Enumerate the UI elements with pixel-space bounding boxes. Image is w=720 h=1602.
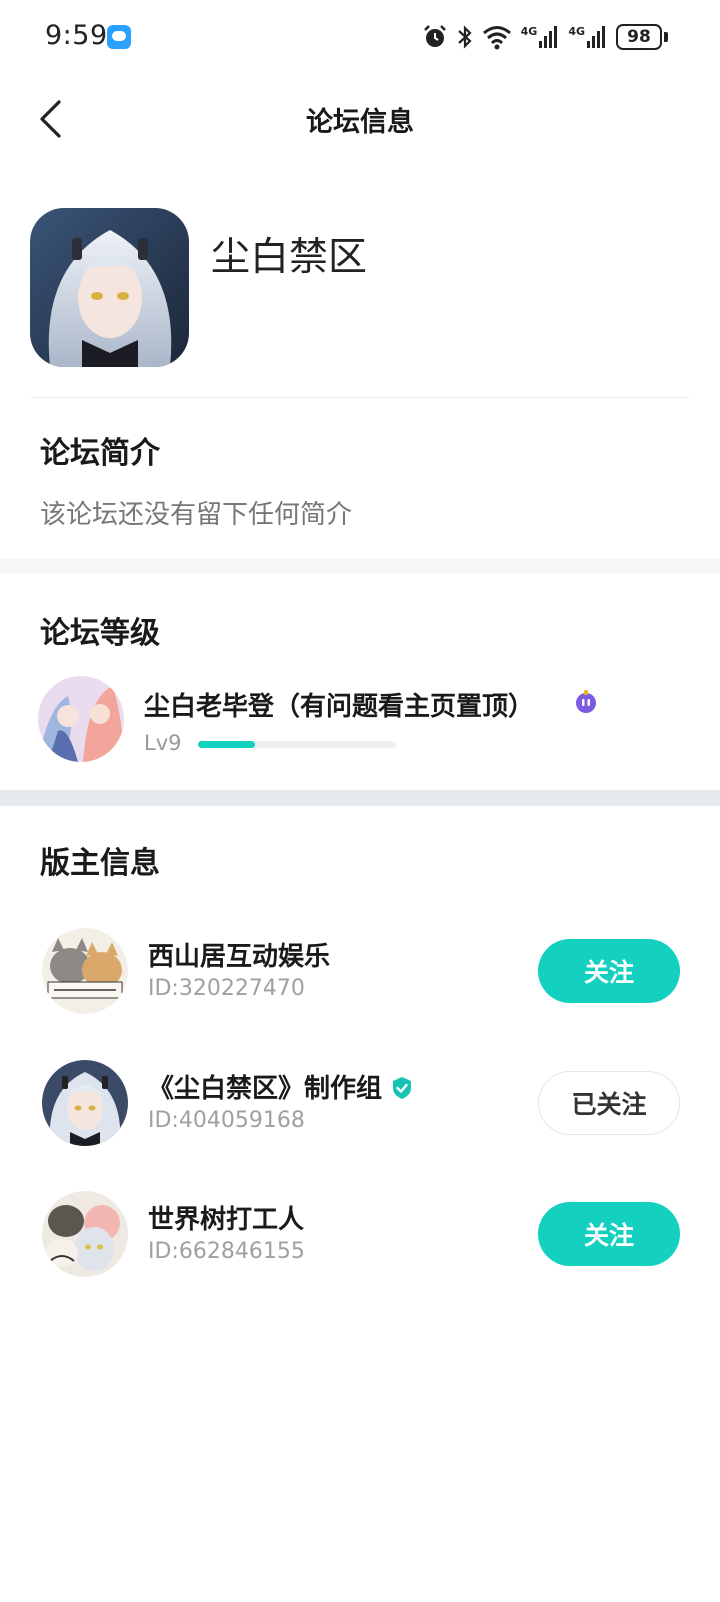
- level-avatar-image: [38, 676, 124, 762]
- moderator-row[interactable]: 《尘白禁区》制作组 ID:404059168 已关注: [0, 1060, 720, 1156]
- alarm-icon: [423, 25, 446, 47]
- forum-name: 尘白禁区: [211, 235, 368, 280]
- battery-tip: [664, 32, 668, 42]
- divider: [30, 397, 690, 398]
- status-icons: 4G 4G 98: [422, 22, 668, 52]
- level-label: Lv9: [144, 731, 182, 755]
- status-time: 9:59: [45, 20, 108, 51]
- followed-button[interactable]: 已关注: [538, 1071, 680, 1135]
- level-progress-fill: [198, 741, 256, 748]
- moderator-name: 《尘白禁区》制作组: [148, 1068, 414, 1105]
- signal-2: 4G: [568, 26, 607, 48]
- moderator-avatar-image: [42, 1060, 128, 1146]
- level-section-title: 论坛等级: [40, 616, 160, 651]
- moderator-avatar-image: [42, 928, 128, 1014]
- page-title: 论坛信息: [306, 107, 414, 138]
- signal-1: 4G: [521, 26, 560, 48]
- status-bar: 9:59 4G 4G 98: [0, 0, 720, 76]
- moderator-id: ID:404059168: [148, 1108, 305, 1133]
- bluetooth-icon: [457, 25, 472, 49]
- message-app-icon: [107, 25, 131, 49]
- moderator-row[interactable]: 世界树打工人 ID:662846155 关注: [0, 1191, 720, 1287]
- moderator-avatar-image: [42, 1191, 128, 1277]
- network-type-1: 4G: [520, 25, 538, 38]
- verified-icon: [393, 1077, 412, 1099]
- level-progress-bar: [198, 741, 396, 748]
- moderator-id: ID:662846155: [148, 1239, 305, 1264]
- moderator-avatar[interactable]: [42, 928, 128, 1014]
- forum-avatar: [30, 208, 189, 367]
- section-divider-2: [0, 790, 720, 806]
- moderator-name: 世界树打工人: [148, 1205, 305, 1235]
- level-user-avatar[interactable]: [38, 676, 124, 762]
- moderator-avatar[interactable]: [42, 1060, 128, 1146]
- level-user-name: 尘白老毕登（有问题看主页置顶）: [144, 692, 535, 722]
- network-type-2: 4G: [568, 25, 585, 38]
- moderator-name-text: 《尘白禁区》制作组: [148, 1074, 383, 1104]
- follow-button[interactable]: 关注: [538, 1202, 680, 1266]
- moderator-row[interactable]: 西山居互动娱乐 ID:320227470 关注: [0, 928, 720, 1024]
- wifi-icon: [482, 26, 511, 50]
- moderator-avatar[interactable]: [42, 1191, 128, 1277]
- moderator-name: 西山居互动娱乐: [148, 942, 331, 972]
- signal-bars-icon: [539, 26, 558, 48]
- signal-bars-icon: [587, 26, 605, 48]
- nav-bar: 论坛信息: [0, 76, 720, 164]
- moderator-section-title: 版主信息: [40, 846, 160, 881]
- level-badge-icon: [576, 690, 596, 713]
- intro-section-title: 论坛简介: [40, 436, 160, 471]
- battery-icon: 98: [616, 24, 662, 50]
- moderator-id: ID:320227470: [148, 976, 305, 1001]
- forum-avatar-image: [30, 208, 189, 367]
- follow-button[interactable]: 关注: [538, 939, 680, 1003]
- intro-text: 该论坛还没有留下任何简介: [40, 500, 353, 530]
- section-divider: [0, 559, 720, 573]
